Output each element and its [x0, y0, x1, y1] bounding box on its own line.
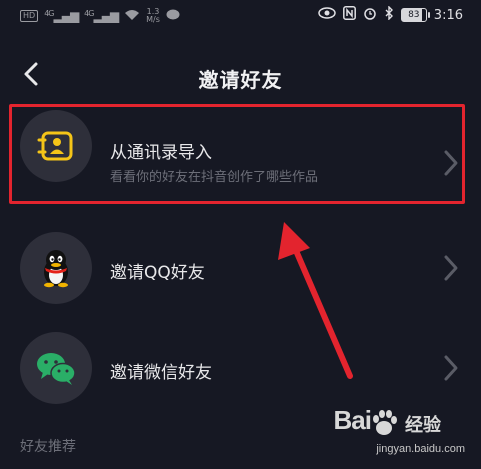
signal-icon: 4G▂▄▆: [44, 9, 79, 23]
paw-icon: [373, 410, 397, 435]
invite-wechat-row[interactable]: 邀请微信好友: [0, 322, 481, 414]
chat-notification-icon: [166, 9, 180, 24]
network-type-label-2: 4G: [84, 9, 94, 18]
page-title: 邀请好友: [198, 68, 283, 92]
signal-icon-2: 4G▂▄▆: [84, 9, 119, 23]
annotation-arrow: [278, 222, 353, 379]
bluetooth-icon: [384, 5, 394, 24]
network-speed: 1.3 M/s: [146, 8, 160, 24]
hd-badge: HD: [20, 10, 39, 22]
chevron-right-icon: [439, 353, 463, 383]
network-type-label: 4G: [44, 9, 54, 18]
invite-wechat-label: 邀请微信好友: [110, 363, 212, 383]
alarm-icon: [363, 6, 377, 24]
friend-recommend-heading: 好友推荐: [20, 439, 76, 455]
status-right: 83 3:16: [318, 5, 463, 24]
status-bar: HD 4G▂▄▆ 4G▂▄▆ 1.3 M/s 83 3:16: [0, 0, 481, 36]
wifi-icon: [124, 9, 140, 24]
invite-qq-row[interactable]: 邀请QQ好友: [0, 222, 481, 314]
clock-time: 3:16: [433, 7, 463, 23]
speed-unit: M/s: [146, 15, 160, 24]
watermark-brand-cn: 经验: [405, 415, 441, 436]
status-left: HD 4G▂▄▆ 4G▂▄▆ 1.3 M/s: [20, 8, 180, 24]
invite-qq-label: 邀请QQ好友: [110, 263, 205, 283]
page-header: 邀请好友: [0, 50, 481, 102]
nfc-icon: [342, 6, 356, 24]
watermark-url: jingyan.baidu.com: [376, 443, 465, 455]
qq-icon: [20, 232, 92, 304]
highlight-box: [9, 104, 465, 204]
baidu-watermark: Bai 经验 jingyan.baidu.com: [321, 405, 471, 465]
watermark-brand: Bai: [333, 405, 372, 435]
chevron-right-icon: [439, 253, 463, 283]
eye-icon: [318, 7, 336, 23]
wechat-icon: [20, 332, 92, 404]
battery-icon: 83: [400, 8, 430, 22]
